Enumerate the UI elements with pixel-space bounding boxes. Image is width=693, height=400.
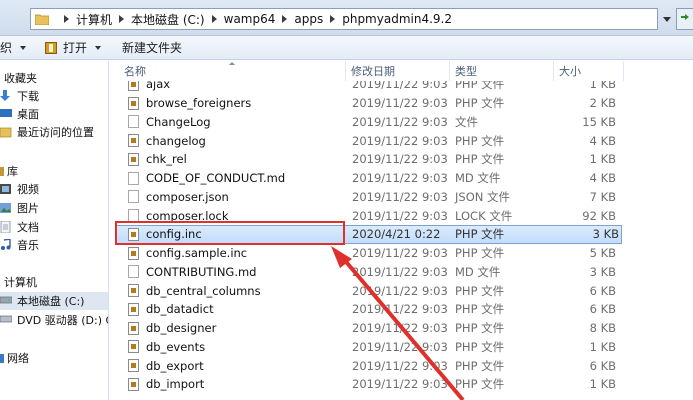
annotation-arrow (331, 246, 465, 400)
